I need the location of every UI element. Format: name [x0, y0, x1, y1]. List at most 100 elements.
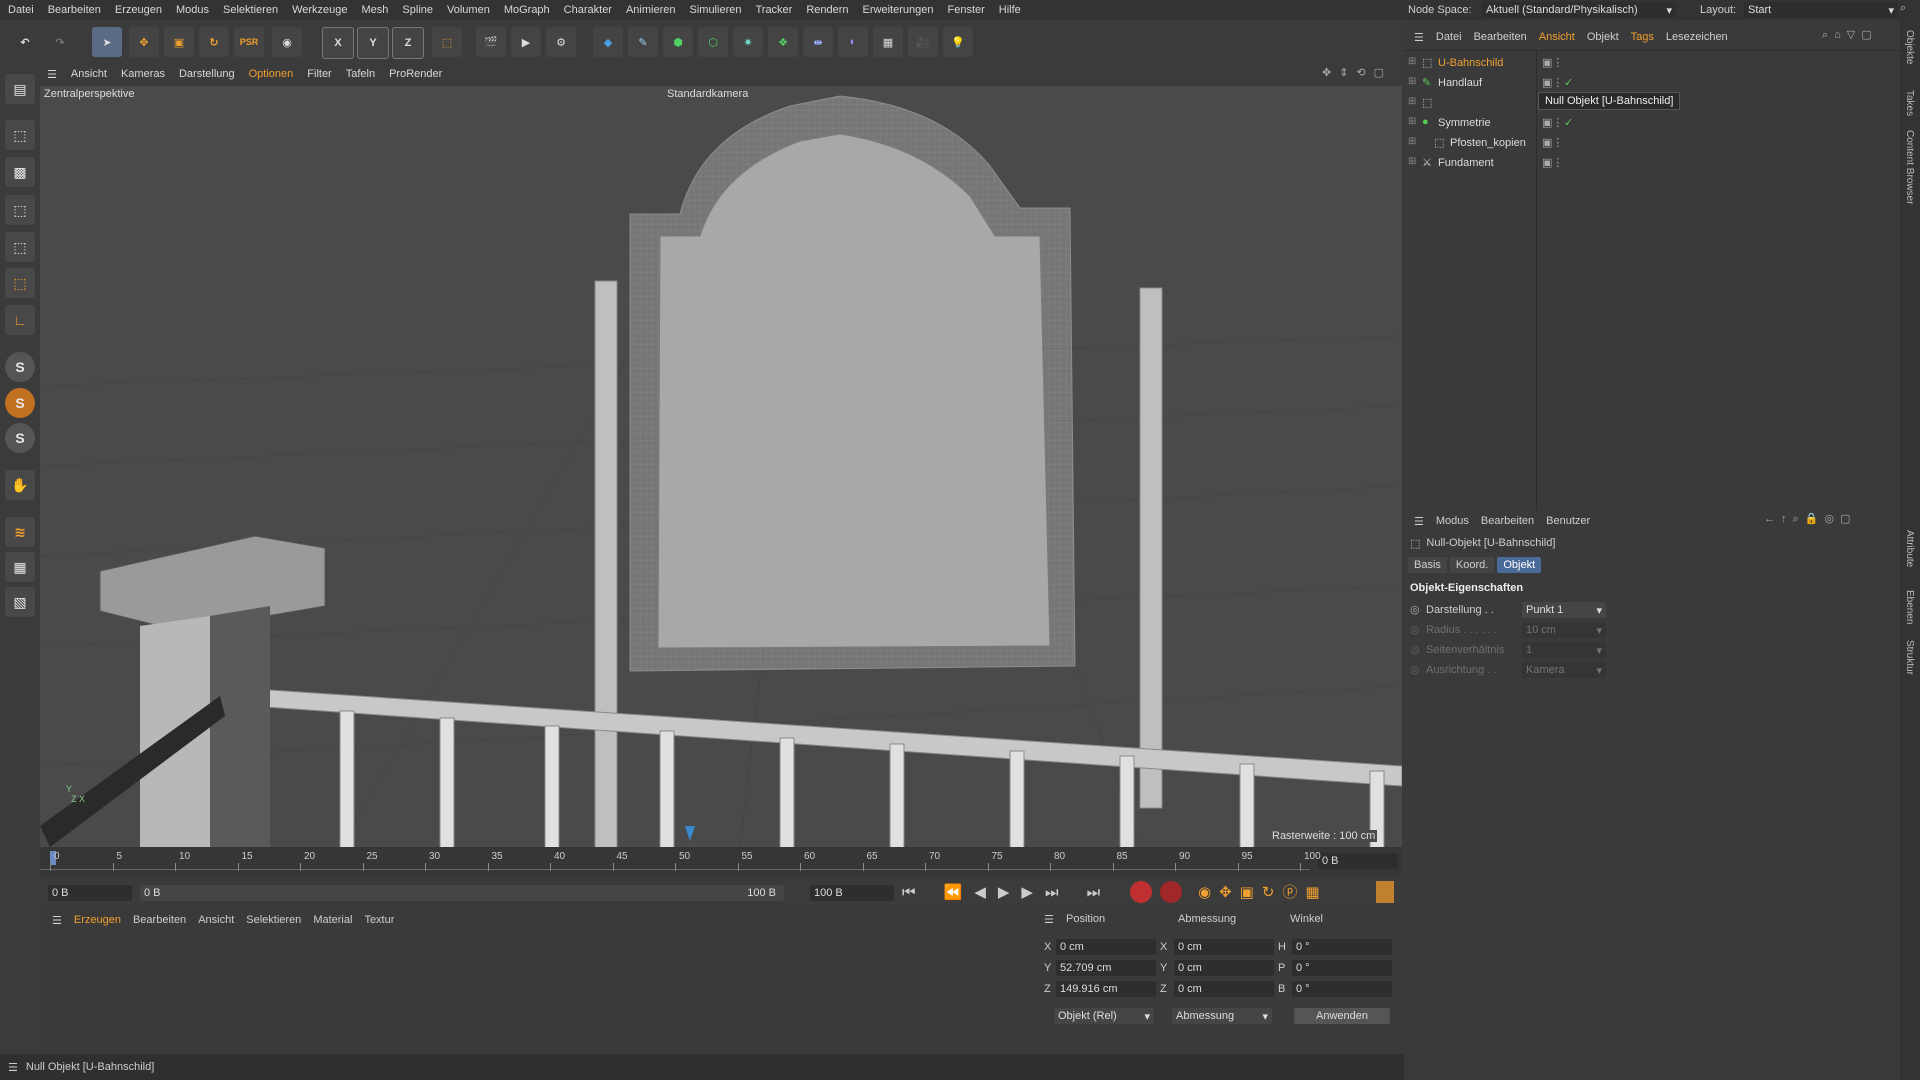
layout-select[interactable]: Start ▾ — [1744, 2, 1898, 18]
tab-content-browser[interactable]: Content Browser — [1904, 130, 1915, 204]
menu-item[interactable]: Erzeugen — [108, 4, 169, 16]
visibility-icon[interactable]: ▣⋮ — [1542, 136, 1563, 149]
axis-z-button[interactable]: Z — [392, 27, 424, 59]
render-view-icon[interactable]: ▶ — [511, 27, 541, 57]
attribute-tab[interactable]: Basis — [1408, 557, 1447, 573]
make-editable-icon[interactable]: ▤ — [5, 74, 35, 104]
attribute-value-field[interactable]: 1 ▾ — [1522, 642, 1606, 658]
material-menu-item[interactable]: Textur — [358, 914, 400, 926]
expand-icon[interactable]: ⊞ — [1408, 56, 1416, 67]
object-name[interactable]: Fundament — [1438, 157, 1494, 169]
locked-workplane-icon[interactable]: ▦ — [5, 552, 35, 582]
object-name[interactable]: Symmetrie — [1438, 117, 1491, 129]
coord-mode-select[interactable]: Objekt (Rel) ▾ — [1054, 1008, 1154, 1024]
tab-takes[interactable]: Takes — [1904, 90, 1915, 116]
attribute-menu-item[interactable]: Bearbeiten — [1475, 515, 1540, 527]
deformer-icon[interactable]: ❖ — [768, 27, 798, 57]
attribute-menu-item[interactable]: Benutzer — [1540, 515, 1596, 527]
texture-mode-icon[interactable]: ▩ — [5, 157, 35, 187]
hamburger-icon[interactable]: ☰ — [1044, 913, 1054, 926]
enabled-check-icon[interactable]: ✓ — [1564, 76, 1573, 89]
animate-radio-icon[interactable]: ◎ — [1410, 663, 1420, 676]
frame-range-slider[interactable]: 0 B 100 B — [140, 885, 784, 901]
generator-icon[interactable]: ⬡ — [698, 27, 728, 57]
redo-icon[interactable]: ↷ — [45, 27, 75, 57]
light-icon[interactable]: 💡 — [943, 27, 973, 57]
position-field[interactable]: 52.709 cm — [1056, 960, 1156, 976]
menu-item[interactable]: Simulieren — [683, 4, 749, 16]
material-menu-item[interactable]: Material — [307, 914, 358, 926]
scale-tool-icon[interactable]: ▣ — [164, 27, 194, 57]
expand-icon[interactable]: ⊞ — [1408, 136, 1416, 147]
object-row[interactable]: ⊞ ⚔ Fundament ▣⋮ — [1404, 154, 1900, 174]
object-name[interactable]: Handlauf — [1438, 77, 1482, 89]
size-field[interactable]: 0 cm — [1174, 981, 1274, 997]
expand-icon[interactable]: ⊞ — [1408, 96, 1416, 107]
size-field[interactable]: 0 cm — [1174, 939, 1274, 955]
attribute-tab[interactable]: Koord. — [1449, 557, 1495, 573]
visibility-icon[interactable]: ▣⋮ — [1542, 76, 1563, 89]
viewport-menu-item[interactable]: Darstellung — [172, 68, 242, 80]
snap-settings-button[interactable]: S — [5, 388, 35, 418]
menu-item[interactable]: Fenster — [940, 4, 991, 16]
camera-icon[interactable]: 🎥 — [908, 27, 938, 57]
menu-item[interactable]: Animieren — [619, 4, 683, 16]
autokey-icon[interactable] — [1160, 881, 1182, 903]
object-menu-item[interactable]: Tags — [1625, 31, 1660, 43]
menu-item[interactable]: Spline — [395, 4, 440, 16]
record-keyframe-icon[interactable] — [1130, 881, 1152, 903]
menu-item[interactable]: Modus — [169, 4, 216, 16]
position-field[interactable]: 0 cm — [1056, 939, 1156, 955]
coord-size-select[interactable]: Abmessung ▾ — [1172, 1008, 1272, 1024]
object-menu-item[interactable]: Objekt — [1581, 31, 1625, 43]
menu-item[interactable]: Hilfe — [992, 4, 1028, 16]
visibility-icon[interactable]: ▣⋮ — [1542, 116, 1563, 129]
material-menu-item[interactable]: Bearbeiten — [127, 914, 192, 926]
workplane-snap-button[interactable]: S — [5, 423, 35, 453]
attribute-menu-item[interactable]: Modus — [1430, 515, 1475, 527]
rotation-field[interactable]: 0 ° — [1292, 981, 1392, 997]
material-menu-item[interactable]: Erzeugen — [68, 914, 127, 926]
undo-icon[interactable]: ↶ — [10, 27, 40, 57]
object-menu-item[interactable]: Ansicht — [1533, 31, 1581, 43]
hamburger-icon[interactable]: ☰ — [1408, 31, 1430, 44]
menu-item[interactable]: Selektieren — [216, 4, 285, 16]
expand-icon[interactable]: ⊞ — [1408, 156, 1416, 167]
menu-item[interactable]: Charakter — [557, 4, 619, 16]
object-row[interactable]: ⊞ ⬚ Pfosten_kopien ▣⋮ — [1404, 134, 1900, 154]
psr-tool-icon[interactable]: PSR — [234, 27, 264, 57]
point-mode-icon[interactable]: ⬚ — [5, 195, 35, 225]
viewport-nav-icons[interactable]: ✥⇕⟲▢ — [1322, 66, 1392, 79]
visibility-icon[interactable]: ▣⋮ — [1542, 56, 1563, 69]
animate-radio-icon[interactable]: ◎ — [1410, 643, 1420, 656]
object-manager-tools[interactable]: ⌕⌂▽▢ — [1822, 28, 1878, 42]
timeline-window-icon[interactable] — [1376, 881, 1394, 903]
tab-structure[interactable]: Struktur — [1904, 640, 1915, 675]
attribute-value-field[interactable]: Punkt 1 ▾ — [1522, 602, 1606, 618]
viewport-menu-item[interactable]: Tafeln — [339, 68, 382, 80]
attribute-value-field[interactable]: 10 cm ▾ — [1522, 622, 1606, 638]
animate-radio-icon[interactable]: ◎ — [1410, 623, 1420, 636]
start-frame-field[interactable]: 0 B — [48, 885, 132, 901]
tab-layers[interactable]: Ebenen — [1904, 590, 1915, 624]
rotate-tool-icon[interactable]: ↻ — [199, 27, 229, 57]
rotation-field[interactable]: 0 ° — [1292, 939, 1392, 955]
menu-item[interactable]: Rendern — [799, 4, 855, 16]
hamburger-icon[interactable]: ☰ — [0, 1061, 26, 1074]
object-row[interactable]: ⊞ ⬚ U-Bahnschild ▣⋮ — [1404, 54, 1900, 74]
menu-item[interactable]: Bearbeiten — [41, 4, 108, 16]
viewport-menu-item[interactable]: Ansicht — [64, 68, 114, 80]
menu-item[interactable]: Datei — [0, 4, 41, 16]
coordinate-system-icon[interactable]: ⬚ — [432, 27, 462, 57]
menu-item[interactable]: Mesh — [355, 4, 396, 16]
position-field[interactable]: 149.916 cm — [1056, 981, 1156, 997]
axis-x-button[interactable]: X — [322, 27, 354, 59]
scene-icon[interactable]: ◐ — [838, 27, 868, 57]
magnet-icon[interactable]: ✋ — [5, 470, 35, 500]
menu-item[interactable]: Volumen — [440, 4, 497, 16]
object-menu-item[interactable]: Datei — [1430, 31, 1468, 43]
size-field[interactable]: 0 cm — [1174, 960, 1274, 976]
rotation-field[interactable]: 0 ° — [1292, 960, 1392, 976]
timeline-ruler[interactable]: 0 B 0 5 10 15 20 25 30 35 40 45 50 55 60 65 70 75 80 85 90… — [40, 847, 1402, 877]
attribute-nav-icons[interactable]: ←↑⌕🔒◎▢ — [1764, 512, 1856, 526]
